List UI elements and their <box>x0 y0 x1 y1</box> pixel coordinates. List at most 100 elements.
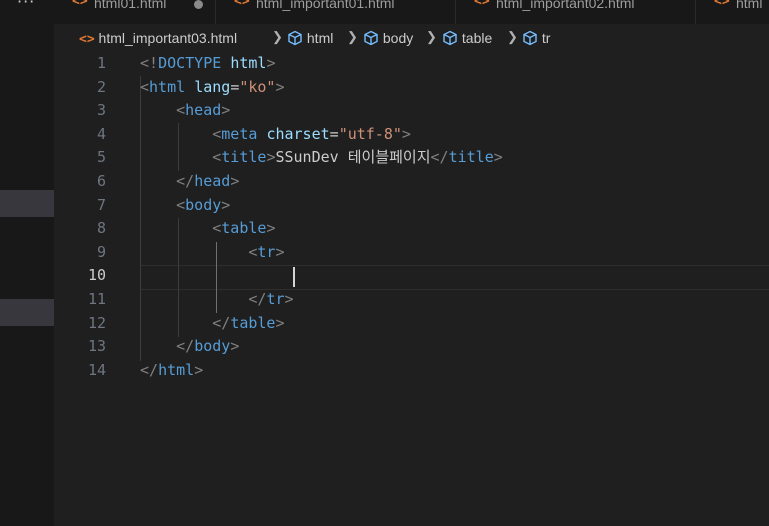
breadcrumb-item-body[interactable]: body <box>363 30 413 46</box>
code-token: SSunDev 테이블페이지 <box>275 148 431 167</box>
code-line[interactable]: <table> <box>140 217 275 241</box>
more-actions-button[interactable]: ··· <box>17 0 35 11</box>
code-token: < <box>140 77 150 96</box>
code-token: > <box>266 54 276 72</box>
line-number: 13 <box>87 337 106 356</box>
code-token: table <box>230 313 276 332</box>
code-token: tr <box>266 290 285 308</box>
code-line[interactable]: <head> <box>140 99 230 123</box>
line-number: 5 <box>96 148 106 167</box>
unsaved-dot-icon[interactable] <box>194 0 203 9</box>
explorer-selected-row[interactable] <box>0 190 54 217</box>
code-token: </ <box>430 148 449 167</box>
code-token: charset <box>266 124 330 143</box>
code-token: > <box>230 337 240 356</box>
code-line[interactable]: </tr> <box>140 288 294 312</box>
editor-tab-bar: <> html01.html <> html_important01.html … <box>54 0 769 24</box>
code-token: meta <box>221 124 258 143</box>
tab-html-important01[interactable]: <> html_important01.html <box>216 0 456 24</box>
code-token: "ko" <box>239 77 276 96</box>
symbol-element-icon <box>523 30 537 46</box>
code-token: > <box>284 290 294 308</box>
code-token: DOCTYPE <box>158 54 222 72</box>
code-token: > <box>266 219 276 238</box>
code-line[interactable]: </head> <box>140 170 239 194</box>
breadcrumb-item-tr[interactable]: tr <box>522 30 550 46</box>
chevron-right-icon: ❯ <box>507 29 518 44</box>
code-token: < <box>212 148 222 167</box>
breadcrumb-item-table[interactable]: table <box>442 30 492 46</box>
sidebar-edge: ··· <box>0 0 54 526</box>
code-token: body <box>194 337 231 356</box>
html-file-icon: <> <box>79 32 95 47</box>
code-line[interactable]: <tr> <box>140 241 285 265</box>
line-number: 1 <box>96 54 106 72</box>
code-token: = <box>230 77 240 96</box>
code-editor[interactable]: 1 <!DOCTYPE html> 2 <html lang="ko"> 3 <head… <box>54 52 769 526</box>
code-token: </ <box>248 290 267 308</box>
code-line[interactable]: <meta charset="utf-8"> <box>140 123 411 147</box>
tab-label: html <box>736 0 763 11</box>
code-line[interactable]: <body> <box>140 194 230 218</box>
code-token: > <box>275 242 285 261</box>
tab-label: html_important02.html <box>496 0 635 11</box>
line-number: 12 <box>87 313 106 332</box>
code-token: </ <box>176 337 195 356</box>
code-line[interactable]: </table> <box>140 312 284 336</box>
code-token: > <box>275 77 285 96</box>
code-token: lang <box>194 77 231 96</box>
code-token: < <box>176 101 186 120</box>
tab-label: html_important01.html <box>256 0 395 11</box>
line-number: 14 <box>87 360 106 379</box>
code-line[interactable]: </body> <box>140 335 239 359</box>
code-token: < <box>212 219 222 238</box>
code-token: > <box>493 148 503 167</box>
code-token: > <box>221 101 231 120</box>
tab-label: html01.html <box>94 0 167 11</box>
code-line[interactable]: <html lang="ko"> <box>140 76 285 100</box>
code-token: = <box>329 124 339 143</box>
code-token: head <box>185 101 222 120</box>
line-number: 6 <box>96 172 106 190</box>
breadcrumb-item-html[interactable]: html <box>287 30 333 46</box>
code-token: </ <box>140 360 159 379</box>
code-line[interactable]: </html> <box>140 359 203 383</box>
line-number: 11 <box>87 290 106 308</box>
code-line[interactable]: <title>SSunDev 테이블페이지</title> <box>140 146 503 170</box>
code-token: </ <box>176 172 195 190</box>
html-file-icon: <> <box>474 0 490 9</box>
html-file-icon: <> <box>72 0 88 9</box>
code-token: title <box>448 148 494 167</box>
line-number: 10 <box>87 266 106 285</box>
line-number: 2 <box>96 77 106 96</box>
tab-html01[interactable]: <> html01.html <box>54 0 216 24</box>
chevron-right-icon: ❯ <box>347 29 358 44</box>
breadcrumb: <> html_important03.html ❯ html ❯ body ❯… <box>54 24 769 52</box>
current-line-highlight <box>140 265 769 290</box>
html-file-icon: <> <box>234 0 250 9</box>
code-token: > <box>221 195 231 214</box>
tab-html[interactable]: <> html <box>696 0 769 24</box>
code-token: "utf-8" <box>338 124 402 143</box>
code-token: </ <box>212 313 231 332</box>
code-token: head <box>194 172 231 190</box>
chevron-right-icon: ❯ <box>426 29 437 44</box>
line-number: 8 <box>96 219 106 238</box>
code-token: title <box>221 148 267 167</box>
code-token: html <box>158 360 195 379</box>
explorer-selected-row[interactable] <box>0 299 54 326</box>
breadcrumb-file[interactable]: <> html_important03.html <box>79 30 237 47</box>
code-token: < <box>176 195 186 214</box>
code-token: <! <box>140 54 159 72</box>
text-cursor <box>293 267 295 287</box>
code-token: > <box>194 360 204 379</box>
code-line[interactable]: <!DOCTYPE html> <box>140 52 275 76</box>
chevron-right-icon: ❯ <box>272 29 283 44</box>
tab-html-important02[interactable]: <> html_important02.html <box>456 0 696 24</box>
